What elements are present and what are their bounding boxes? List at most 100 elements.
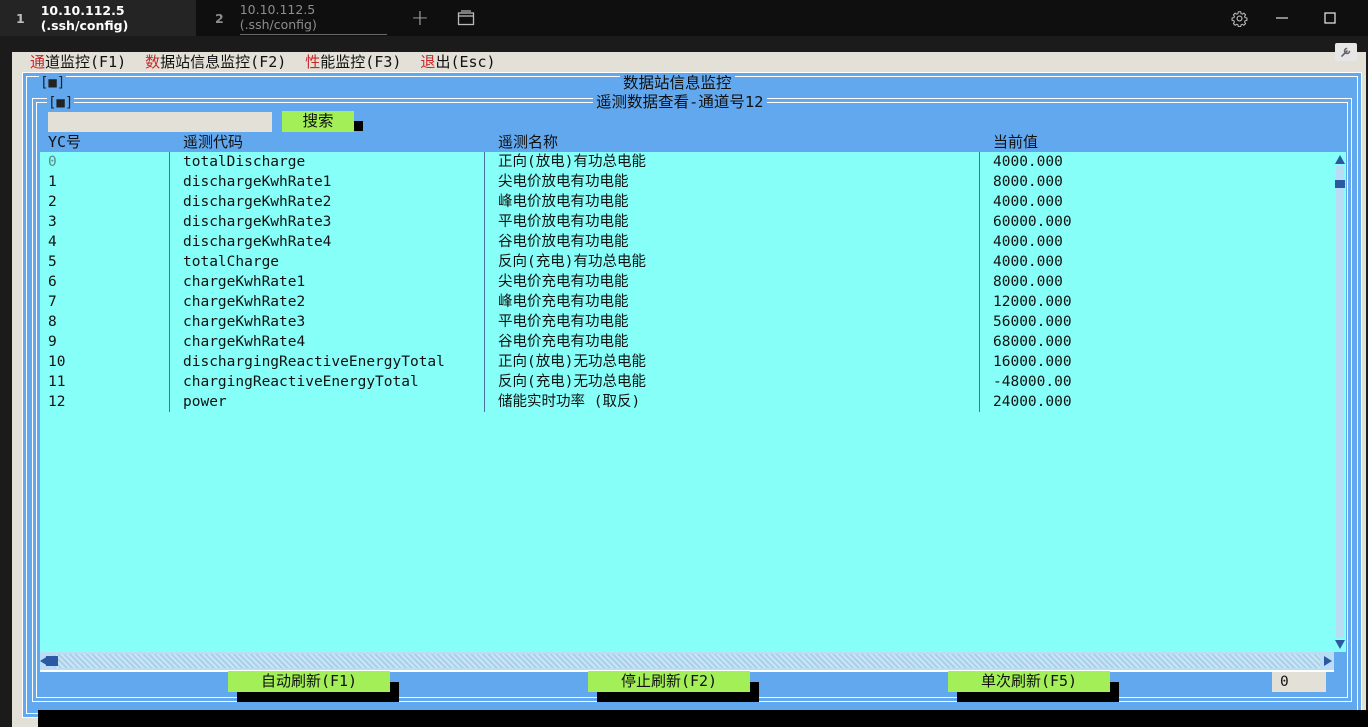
gear-icon[interactable] — [1228, 0, 1250, 36]
horizontal-scrollbar[interactable] — [40, 652, 1334, 670]
cell-name: 反向(充电)无功总电能 — [498, 374, 646, 390]
scroll-right-arrow-icon[interactable] — [1324, 656, 1332, 666]
cell-value: 4000.000 — [993, 194, 1063, 210]
terminal-tab-bar: 1 10.10.112.5 (.ssh/config) 2 10.10.112.… — [0, 0, 1368, 36]
table-row[interactable]: 1 dischargeKwhRate1 尖电价放电有功电能 8000.000 — [40, 172, 1334, 192]
cell-value: 12000.000 — [993, 294, 1072, 310]
table-row[interactable]: 3 dischargeKwhRate3 平电价放电有功电能 60000.000 — [40, 212, 1334, 232]
header-code[interactable]: 遥测代码 — [183, 132, 243, 152]
window-close-button[interactable]: [■] — [39, 74, 67, 92]
cell-value: 56000.000 — [993, 314, 1072, 330]
vertical-scrollbar[interactable] — [1334, 152, 1346, 652]
tab-1-label: 10.10.112.5 (.ssh/config) — [40, 3, 129, 33]
cell-value: 4000.000 — [993, 234, 1063, 250]
cell-yc-no: 12 — [48, 394, 66, 410]
table-row[interactable]: 7 chargeKwhRate2 峰电价充电有功电能 12000.000 — [40, 292, 1334, 312]
cell-yc-no: 7 — [48, 294, 57, 310]
menu-hotkey: 数 — [145, 53, 161, 71]
table-row[interactable]: 4 dischargeKwhRate4 谷电价放电有功电能 4000.000 — [40, 232, 1334, 252]
table-row[interactable]: 6 chargeKwhRate1 尖电价充电有功电能 8000.000 — [40, 272, 1334, 292]
cell-code: totalDischarge — [183, 154, 306, 170]
header-name[interactable]: 遥测名称 — [498, 132, 558, 152]
single-refresh-button[interactable]: 单次刷新(F5) — [948, 671, 1110, 692]
scroll-track[interactable] — [54, 654, 1320, 668]
menu-hotkey: 退 — [420, 53, 436, 71]
cell-code: dischargeKwhRate2 — [183, 194, 332, 210]
cell-yc-no: 5 — [48, 254, 57, 270]
menu-label: 出(Esc) — [435, 53, 496, 71]
panel-close-button[interactable]: [■] — [47, 94, 75, 112]
minimize-icon[interactable] — [1270, 0, 1294, 36]
search-button[interactable]: 搜索 — [282, 111, 354, 132]
cell-name: 尖电价充电有功电能 — [498, 274, 629, 290]
scroll-thumb[interactable] — [1335, 180, 1345, 188]
cell-code: dischargeKwhRate4 — [183, 234, 332, 250]
cell-value: 24000.000 — [993, 394, 1072, 410]
scroll-up-arrow-icon[interactable] — [1335, 155, 1345, 164]
scroll-track[interactable] — [1336, 166, 1344, 638]
cell-yc-no: 2 — [48, 194, 57, 210]
refresh-counter: 0 — [1272, 672, 1326, 692]
menu-station-info-monitor[interactable]: 数据站信息监控(F2) — [145, 52, 286, 72]
cell-name: 反向(充电)有功总电能 — [498, 254, 646, 270]
menu-hotkey: 性 — [305, 53, 321, 71]
menu-hotkey: 通 — [30, 53, 46, 71]
stop-refresh-button[interactable]: 停止刷新(F2) — [588, 671, 750, 692]
table-row[interactable]: 11 chargingReactiveEnergyTotal 反向(充电)无功总电能… — [40, 372, 1334, 392]
tab-1-number: 1 — [16, 10, 25, 26]
cell-yc-no: 1 — [48, 174, 57, 190]
menu-channel-monitor[interactable]: 通道监控(F1) — [30, 52, 126, 72]
table-row[interactable]: 10 dischargingReactiveEnergyTotal 正向(放电)无功… — [40, 352, 1334, 372]
cell-code: chargeKwhRate3 — [183, 314, 306, 330]
cell-yc-no: 0 — [48, 154, 57, 170]
cell-name: 正向(放电)有功总电能 — [498, 154, 646, 170]
table-row[interactable]: 9 chargeKwhRate4 谷电价充电有功电能 68000.000 — [40, 332, 1334, 352]
cell-value: 4000.000 — [993, 154, 1063, 170]
table-row[interactable]: 12 power 储能实时功率 (取反) 24000.000 — [40, 392, 1334, 412]
menu-label: 能监控(F3) — [320, 53, 402, 71]
search-input[interactable] — [48, 112, 272, 132]
cell-code: dischargingReactiveEnergyTotal — [183, 354, 445, 370]
terminal-bottom-strip — [38, 710, 1368, 727]
scroll-down-arrow-icon[interactable] — [1335, 640, 1345, 649]
cell-value: 16000.000 — [993, 354, 1072, 370]
cell-name: 储能实时功率 (取反) — [498, 394, 641, 410]
cell-code: power — [183, 394, 227, 410]
maximize-icon[interactable] — [1318, 0, 1342, 36]
cell-value: 4000.000 — [993, 254, 1063, 270]
table-row[interactable]: 0 totalDischarge 正向(放电)有功总电能 4000.000 — [40, 152, 1334, 172]
cell-name: 平电价放电有功电能 — [498, 214, 629, 230]
cell-code: chargingReactiveEnergyTotal — [183, 374, 419, 390]
cell-yc-no: 3 — [48, 214, 57, 230]
cell-value: 68000.000 — [993, 334, 1072, 350]
plus-icon[interactable]: + — [408, 0, 432, 36]
cell-yc-no: 8 — [48, 314, 57, 330]
table-row[interactable]: 8 chargeKwhRate3 平电价充电有功电能 56000.000 — [40, 312, 1334, 332]
header-yc-no[interactable]: YC号 — [48, 132, 81, 152]
cell-name: 谷电价充电有功电能 — [498, 334, 629, 350]
cell-value: 60000.000 — [993, 214, 1072, 230]
cell-name: 正向(放电)无功总电能 — [498, 354, 646, 370]
header-value[interactable]: 当前值 — [993, 132, 1038, 152]
cell-name: 平电价充电有功电能 — [498, 314, 629, 330]
tab-2[interactable]: 2 10.10.112.5 (.ssh/config) — [197, 0, 387, 36]
cell-code: chargeKwhRate4 — [183, 334, 306, 350]
cell-value: -48000.00 — [993, 374, 1072, 390]
menu-label: 道监控(F1) — [45, 53, 127, 71]
cell-yc-no: 6 — [48, 274, 57, 290]
cell-code: totalCharge — [183, 254, 280, 270]
auto-refresh-button[interactable]: 自动刷新(F1) — [228, 671, 390, 692]
wrench-icon[interactable] — [1335, 43, 1357, 61]
table-row[interactable]: 5 totalCharge 反向(充电)有功总电能 4000.000 — [40, 252, 1334, 272]
window-icon[interactable] — [455, 0, 477, 36]
table-header: YC号 遥测代码 遥测名称 当前值 — [40, 132, 1336, 152]
tab-1[interactable]: 1 10.10.112.5 (.ssh/config) — [0, 0, 196, 36]
cell-yc-no: 10 — [48, 354, 66, 370]
menu-performance-monitor[interactable]: 性能监控(F3) — [305, 52, 401, 72]
table-row[interactable]: 2 dischargeKwhRate2 峰电价放电有功电能 4000.000 — [40, 192, 1334, 212]
cell-yc-no: 11 — [48, 374, 66, 390]
cell-value: 8000.000 — [993, 174, 1063, 190]
scroll-thumb[interactable] — [46, 656, 58, 666]
menu-exit[interactable]: 退出(Esc) — [420, 52, 495, 72]
tab-2-label: 10.10.112.5 (.ssh/config) — [239, 2, 387, 35]
